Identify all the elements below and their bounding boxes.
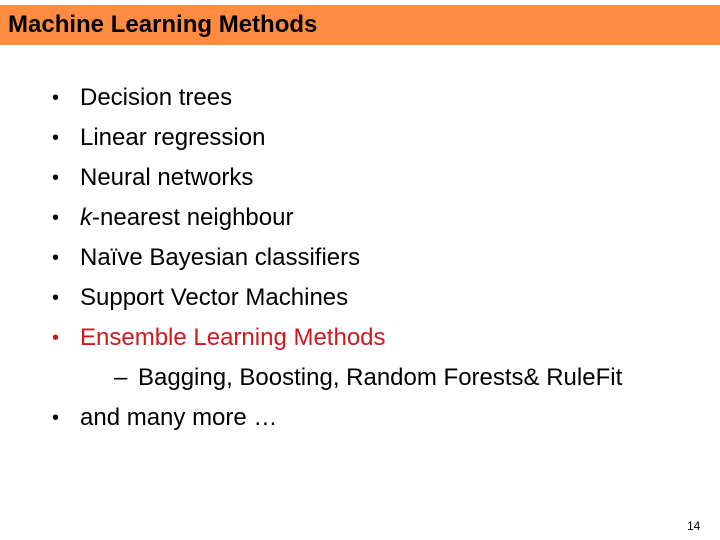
dash-icon: – xyxy=(114,364,128,391)
list-item-text: Bagging, Boosting, Random Forests& RuleF… xyxy=(138,364,623,391)
bullet-icon: • xyxy=(52,247,60,269)
bullet-icon: • xyxy=(52,127,60,149)
list-item-text: and many more … xyxy=(80,404,278,431)
list-item-text: Decision trees xyxy=(80,84,233,111)
slide-title: Machine Learning Methods xyxy=(8,11,318,38)
bullet-icon: • xyxy=(52,407,60,429)
list-item-text: Neural networks xyxy=(80,164,254,191)
italic-k: k xyxy=(80,204,92,231)
page-number: 14 xyxy=(687,519,701,533)
list-item-text: Naïve Bayesian classifiers xyxy=(80,244,361,271)
list-item-text: Ensemble Learning Methods xyxy=(80,324,386,351)
knn-rest: -nearest neighbour xyxy=(92,204,294,231)
bullet-icon: • xyxy=(52,327,60,349)
list-item-text: k-nearest neighbour xyxy=(80,198,293,238)
bullet-icon: • xyxy=(52,87,60,109)
bullet-icon: • xyxy=(52,207,60,229)
list-item-text: Support Vector Machines xyxy=(80,284,349,311)
bullet-icon: • xyxy=(52,167,60,189)
bullet-icon: • xyxy=(52,287,60,309)
list-item-text: Linear regression xyxy=(80,124,266,151)
